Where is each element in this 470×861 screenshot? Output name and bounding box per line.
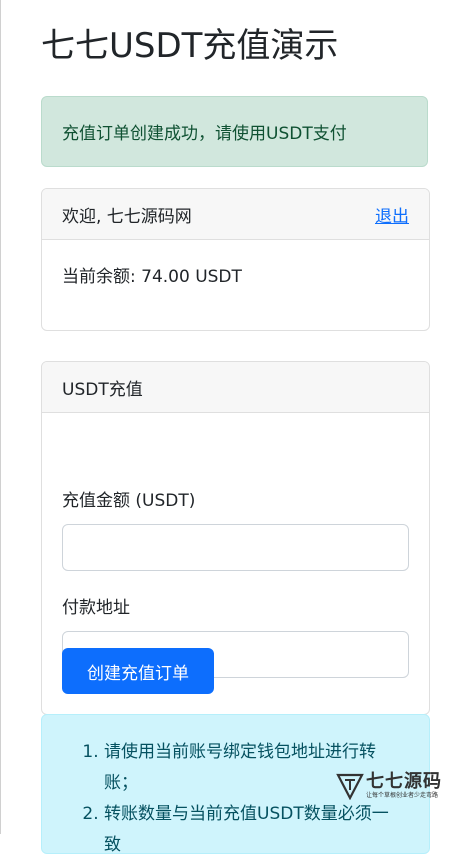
watermark: 七七源码 让每个草根创业者少走弯路	[336, 772, 442, 806]
watermark-logo-icon	[336, 773, 364, 800]
watermark-subtitle: 让每个草根创业者少走弯路	[366, 792, 439, 799]
logout-link[interactable]: 退出	[375, 202, 409, 227]
page-title: 七七USDT充值演示	[41, 26, 339, 66]
recharge-card: USDT充值 充值金额 (USDT) 付款地址 创建充值订单	[41, 361, 430, 715]
success-alert-text: 充值订单创建成功，请使用USDT支付	[62, 124, 347, 144]
success-alert: 充值订单创建成功，请使用USDT支付	[41, 96, 428, 167]
instruction-item: 转账数量与当前充值USDT数量必须一致	[104, 799, 394, 861]
watermark-title: 七七源码	[366, 771, 442, 792]
recharge-card-title: USDT充值	[62, 379, 143, 400]
account-card-header: 欢迎, 七七源码网 退出	[42, 189, 429, 240]
amount-input[interactable]	[62, 524, 409, 571]
amount-label: 充值金额 (USDT)	[62, 491, 196, 511]
account-card-body: 当前余额: 74.00 USDT	[42, 240, 429, 309]
address-label: 付款地址	[62, 598, 130, 618]
recharge-card-header: USDT充值	[42, 362, 429, 413]
window-left-edge	[0, 0, 1, 834]
balance-text: 当前余额: 74.00 USDT	[62, 267, 242, 287]
create-order-button[interactable]: 创建充值订单	[62, 648, 214, 694]
account-card: 欢迎, 七七源码网 退出 当前余额: 74.00 USDT	[41, 188, 430, 331]
welcome-text: 欢迎, 七七源码网	[62, 206, 192, 227]
